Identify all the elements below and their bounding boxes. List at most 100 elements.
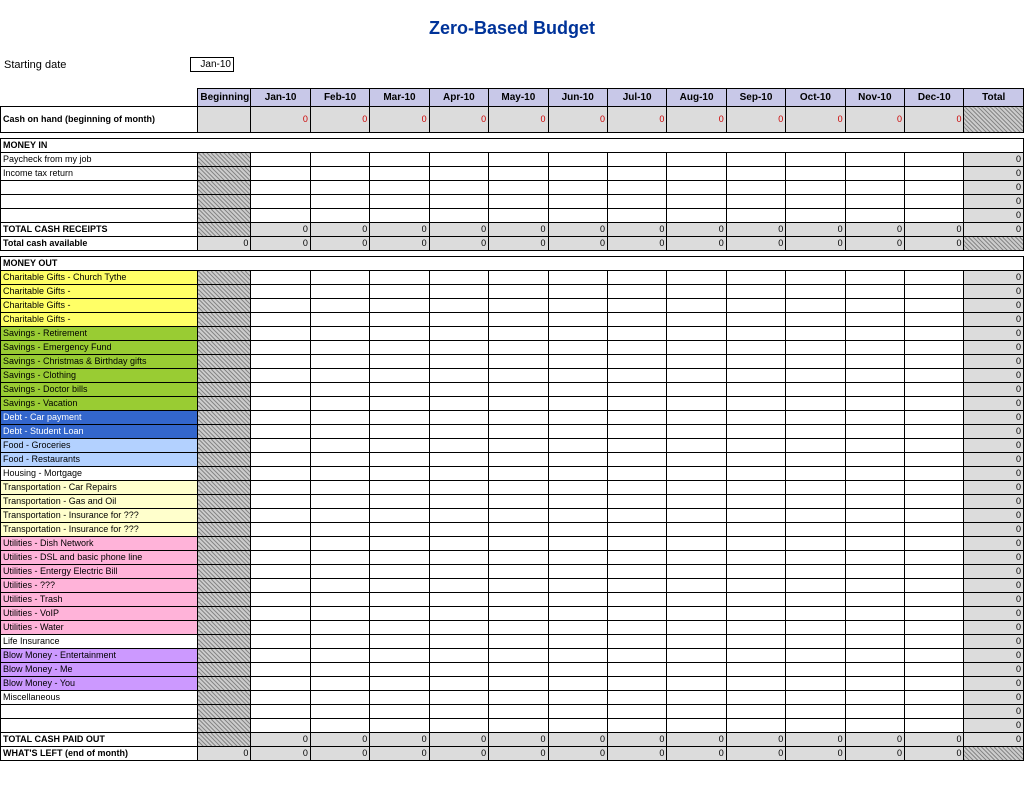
cell[interactable] [607, 663, 666, 677]
cell[interactable] [726, 579, 785, 593]
cell[interactable] [726, 719, 785, 733]
cell[interactable] [370, 551, 429, 565]
cell[interactable] [845, 537, 904, 551]
cell[interactable] [251, 327, 310, 341]
cell[interactable] [786, 705, 845, 719]
cell[interactable] [489, 299, 548, 313]
cell[interactable] [370, 495, 429, 509]
cell[interactable] [429, 495, 488, 509]
cell[interactable] [726, 691, 785, 705]
cell[interactable] [370, 355, 429, 369]
cell[interactable] [786, 271, 845, 285]
cell[interactable] [786, 439, 845, 453]
cell[interactable] [667, 153, 726, 167]
cell[interactable] [370, 593, 429, 607]
cell[interactable] [905, 523, 964, 537]
cell[interactable] [548, 565, 607, 579]
cell[interactable] [489, 635, 548, 649]
cell[interactable] [905, 719, 964, 733]
cell[interactable] [251, 635, 310, 649]
cell[interactable] [786, 621, 845, 635]
cell[interactable] [607, 565, 666, 579]
cell[interactable] [607, 181, 666, 195]
cell[interactable] [429, 579, 488, 593]
cell[interactable] [786, 593, 845, 607]
cell[interactable] [429, 649, 488, 663]
cell[interactable] [370, 649, 429, 663]
cell[interactable] [310, 537, 369, 551]
cell[interactable] [310, 209, 369, 223]
cell[interactable] [845, 383, 904, 397]
cell[interactable] [548, 453, 607, 467]
cell[interactable] [429, 313, 488, 327]
cell[interactable] [667, 719, 726, 733]
cell[interactable] [607, 677, 666, 691]
cell[interactable] [786, 369, 845, 383]
cell[interactable] [667, 369, 726, 383]
cell[interactable] [370, 481, 429, 495]
cell[interactable] [548, 649, 607, 663]
cell[interactable] [845, 691, 904, 705]
cell[interactable] [429, 271, 488, 285]
cell[interactable] [251, 153, 310, 167]
cell[interactable] [429, 411, 488, 425]
cell[interactable] [786, 195, 845, 209]
cell[interactable] [905, 285, 964, 299]
cell[interactable] [429, 607, 488, 621]
cell[interactable] [370, 439, 429, 453]
cell[interactable] [310, 663, 369, 677]
cell[interactable] [370, 195, 429, 209]
cell[interactable] [310, 621, 369, 635]
cell[interactable] [905, 383, 964, 397]
cell[interactable] [310, 551, 369, 565]
cell[interactable] [607, 411, 666, 425]
cell[interactable] [310, 195, 369, 209]
cell[interactable] [667, 495, 726, 509]
cell[interactable] [726, 299, 785, 313]
cell[interactable] [786, 467, 845, 481]
cell[interactable] [607, 467, 666, 481]
cell[interactable] [905, 663, 964, 677]
cell[interactable] [310, 439, 369, 453]
cell[interactable]: 0 [845, 107, 904, 133]
cell[interactable] [845, 719, 904, 733]
cell[interactable] [786, 537, 845, 551]
cell[interactable] [726, 425, 785, 439]
cell[interactable] [489, 523, 548, 537]
cell[interactable] [905, 509, 964, 523]
cell[interactable] [370, 369, 429, 383]
cell[interactable] [251, 607, 310, 621]
cell[interactable] [607, 397, 666, 411]
cell[interactable] [370, 313, 429, 327]
cell[interactable] [310, 341, 369, 355]
cell[interactable] [905, 439, 964, 453]
cell[interactable] [607, 705, 666, 719]
cell[interactable] [548, 425, 607, 439]
cell[interactable] [310, 719, 369, 733]
cell[interactable] [489, 663, 548, 677]
cell[interactable] [786, 397, 845, 411]
cell[interactable] [429, 209, 488, 223]
cell[interactable] [607, 635, 666, 649]
cell[interactable] [370, 467, 429, 481]
cell[interactable] [905, 425, 964, 439]
cell[interactable] [607, 313, 666, 327]
cell[interactable] [370, 663, 429, 677]
cell[interactable] [489, 453, 548, 467]
cell[interactable] [726, 467, 785, 481]
cell[interactable] [370, 537, 429, 551]
cell[interactable] [370, 271, 429, 285]
cell[interactable] [251, 299, 310, 313]
cell[interactable] [310, 313, 369, 327]
cell[interactable] [548, 481, 607, 495]
cell[interactable] [726, 313, 785, 327]
cell[interactable] [370, 181, 429, 195]
cell[interactable] [607, 649, 666, 663]
cell[interactable]: 0 [489, 107, 548, 133]
cell[interactable] [370, 705, 429, 719]
cell[interactable] [548, 593, 607, 607]
cell[interactable] [310, 299, 369, 313]
cell[interactable] [667, 209, 726, 223]
cell[interactable] [548, 327, 607, 341]
cell[interactable] [251, 341, 310, 355]
